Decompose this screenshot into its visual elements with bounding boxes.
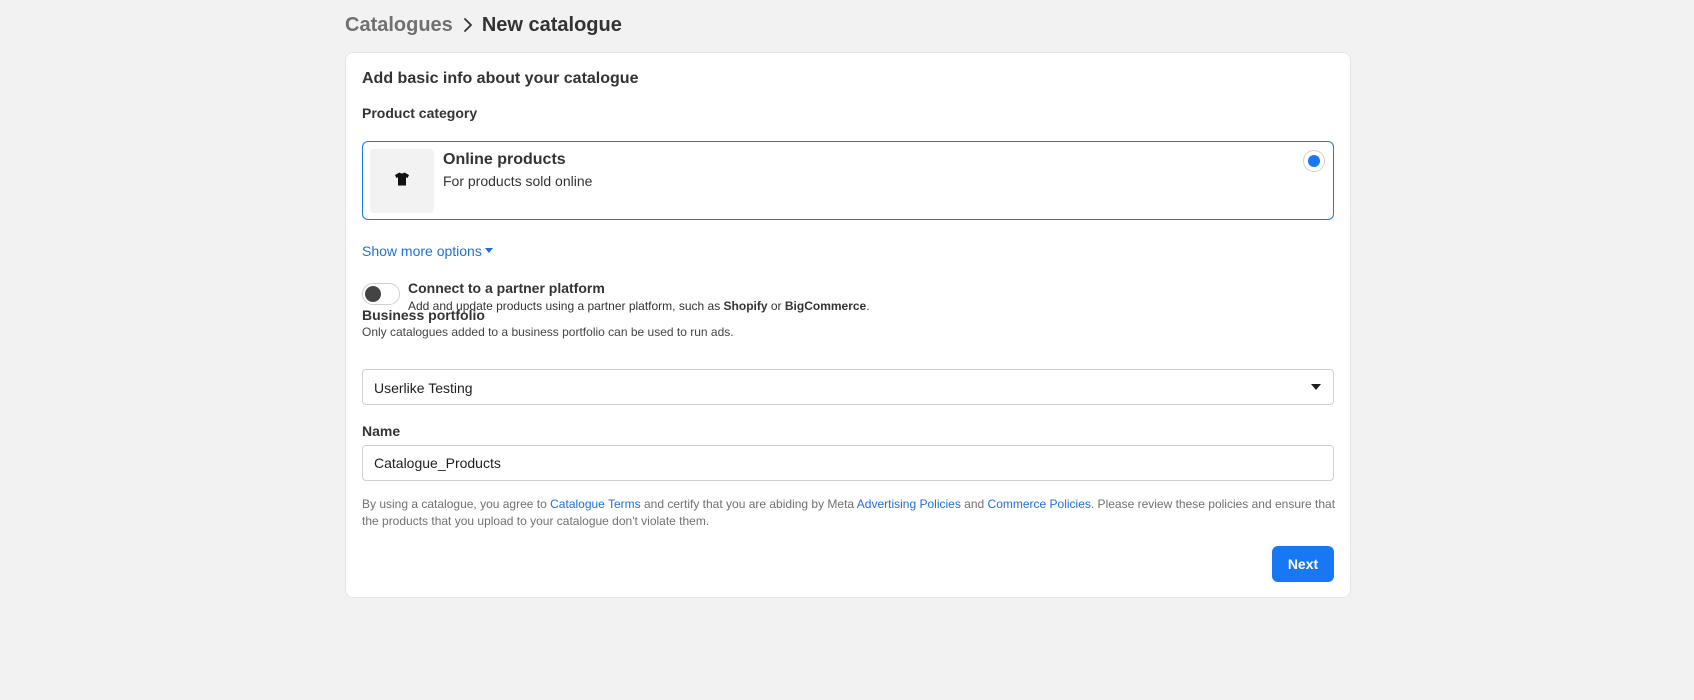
partner-desc-or: or	[767, 299, 785, 313]
breadcrumb-catalogues-link[interactable]: Catalogues	[345, 14, 453, 37]
advertising-policies-link[interactable]: Advertising Policies	[857, 497, 961, 511]
partner-platform-title: Connect to a partner platform	[408, 280, 605, 296]
catalogue-name-input[interactable]	[362, 445, 1334, 481]
partner-platform-toggle[interactable]	[362, 283, 400, 305]
partner-desc-suffix: .	[866, 299, 870, 313]
online-products-option[interactable]: Online products For products sold online	[362, 141, 1334, 220]
page-title: New catalogue	[481, 13, 622, 36]
show-more-label: Show more options	[362, 243, 482, 259]
name-label: Name	[362, 423, 401, 439]
new-catalogue-card: Add basic info about your catalogue Prod…	[345, 52, 1351, 598]
platform-shopify: Shopify	[723, 299, 768, 313]
business-portfolio-helper: Only catalogues added to a business port…	[362, 325, 734, 339]
radio-selected-dot	[1308, 155, 1320, 167]
terms-notice: By using a catalogue, you agree to Catal…	[362, 496, 1336, 530]
commerce-policies-link[interactable]: Commerce Policies	[988, 497, 1091, 511]
caret-down-icon	[484, 248, 493, 254]
t-shirt-icon	[394, 171, 410, 192]
option-thumbnail	[370, 149, 434, 213]
card-title: Add basic info about your catalogue	[362, 70, 639, 87]
terms-text-1: By using a catalogue, you agree to	[362, 497, 551, 511]
catalogue-terms-link[interactable]: Catalogue Terms	[550, 497, 641, 511]
business-portfolio-value: Userlike Testing	[374, 380, 473, 396]
platform-bigcommerce: BigCommerce	[784, 299, 867, 313]
option-title: Online products	[443, 151, 566, 168]
breadcrumb: Catalogues New catalogue	[345, 12, 622, 38]
option-subtitle: For products sold online	[443, 173, 593, 189]
show-more-options-link[interactable]: Show more options	[362, 243, 493, 259]
chevron-right-icon	[463, 17, 473, 33]
terms-text-2: and certify that you are abiding by Meta	[640, 497, 857, 511]
online-products-radio[interactable]	[1303, 150, 1325, 172]
product-category-label: Product category	[362, 105, 478, 121]
caret-down-icon	[1311, 384, 1321, 391]
business-portfolio-label: Business portfolio	[362, 307, 485, 323]
next-button[interactable]: Next	[1272, 546, 1334, 582]
terms-text-3: and	[960, 497, 988, 511]
toggle-knob	[365, 286, 381, 302]
business-portfolio-select[interactable]: Userlike Testing	[362, 369, 1334, 405]
